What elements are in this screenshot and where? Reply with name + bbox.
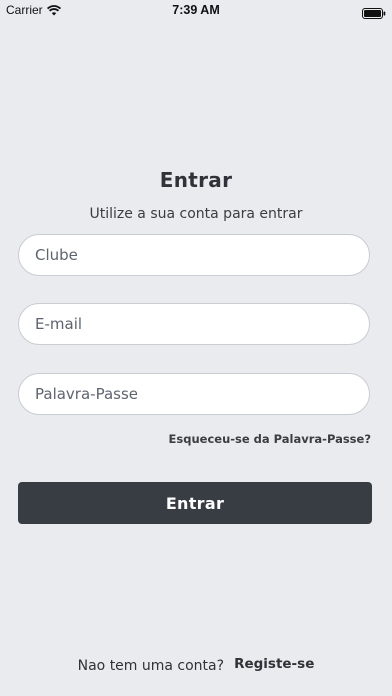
status-bar: Carrier 7:39 AM: [0, 0, 392, 22]
page-title: Entrar: [159, 168, 233, 192]
no-account-text: Nao tem uma conta?: [77, 658, 225, 674]
forgot-password-link[interactable]: Esqueceu-se da Palavra-Passe?: [169, 432, 371, 446]
status-time: 7:39 AM: [172, 3, 220, 17]
login-button[interactable]: Entrar: [18, 482, 372, 524]
register-prompt: Nao tem uma conta? Registe-se: [0, 656, 392, 674]
register-link[interactable]: Registe-se: [234, 656, 314, 672]
password-input[interactable]: [18, 373, 370, 415]
clube-input[interactable]: [18, 234, 370, 276]
email-input[interactable]: [18, 303, 370, 345]
page-subtitle: Utilize a sua conta para entrar: [89, 206, 303, 222]
battery-icon: [362, 4, 386, 19]
login-screen: Carrier 7:39 AM Entrar Utilize a sua con…: [0, 0, 392, 696]
